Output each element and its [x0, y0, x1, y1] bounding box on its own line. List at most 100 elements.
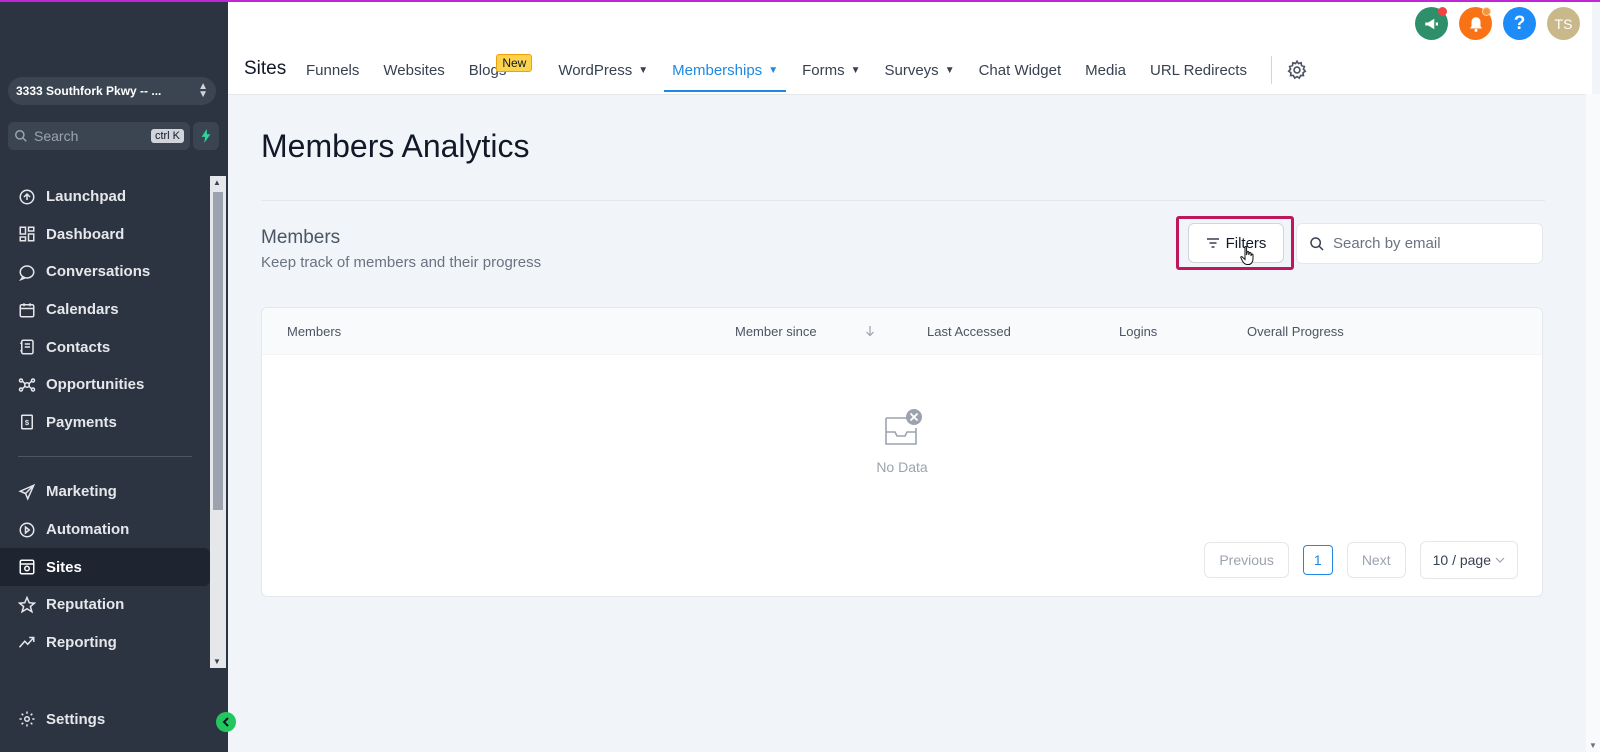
tab-funnels[interactable]: Funnels: [298, 48, 367, 92]
tab-label: URL Redirects: [1150, 61, 1247, 79]
lightning-icon: [201, 129, 211, 143]
sidebar-item-marketing[interactable]: Marketing: [0, 473, 210, 511]
sidebar-search-placeholder: Search: [34, 128, 79, 144]
tab-forms[interactable]: Forms ▼: [794, 48, 868, 92]
scroll-down-icon[interactable]: ▼: [1589, 741, 1597, 750]
avatar[interactable]: TS: [1547, 7, 1580, 40]
tab-label: Media: [1085, 61, 1126, 79]
quick-action-button[interactable]: [193, 122, 219, 150]
section-title: Members: [261, 227, 341, 248]
top-header: Sites Funnels Websites Blogs New WordPre…: [228, 2, 1592, 95]
sidebar-item-contacts[interactable]: Contacts: [0, 328, 210, 366]
megaphone-icon: [1424, 18, 1438, 29]
tab-url-redirects[interactable]: URL Redirects: [1142, 48, 1255, 92]
sidebar-item-label: Launchpad: [46, 188, 127, 206]
account-switcher[interactable]: 3333 Southfork Pkwy -- ... ▲ ▼: [8, 77, 216, 105]
sidebar-item-payments[interactable]: $ Payments: [0, 404, 210, 442]
sidebar-item-label: Contacts: [46, 338, 111, 356]
tab-blogs[interactable]: Blogs New: [461, 48, 533, 92]
title-divider: [261, 200, 1545, 201]
chevron-down-icon: [1495, 557, 1505, 563]
chevron-down-icon: ▼: [850, 64, 861, 76]
sidebar-item-conversations[interactable]: Conversations: [0, 253, 210, 291]
pagination: Previous 1 Next 10 / page: [1204, 541, 1518, 579]
tab-wordpress[interactable]: WordPress ▼: [550, 48, 656, 92]
sidebar-item-label: Dashboard: [46, 225, 125, 243]
sidebar-item-automation[interactable]: Automation: [0, 511, 210, 549]
filters-button[interactable]: Filters: [1188, 223, 1284, 263]
sidebar: 3333 Southfork Pkwy -- ... ▲ ▼ Search ctr…: [0, 0, 228, 752]
search-icon: [1310, 236, 1324, 251]
gear-icon: [1287, 59, 1307, 80]
chevron-down-icon: ▼: [638, 64, 649, 76]
page-number-button[interactable]: 1: [1302, 545, 1333, 575]
help-button[interactable]: ?: [1503, 7, 1536, 40]
sidebar-scrollbar[interactable]: ▲ ▼: [210, 176, 226, 668]
scroll-down-icon[interactable]: ▼: [213, 657, 221, 666]
sidebar-item-label: Sites: [46, 558, 82, 576]
chevron-down-icon: ▼: [768, 64, 779, 76]
chevron-left-icon: [222, 717, 229, 727]
tab-websites[interactable]: Websites: [375, 48, 452, 92]
sidebar-item-reputation[interactable]: Reputation: [0, 586, 210, 624]
sidebar-item-label: Calendars: [46, 301, 119, 319]
sidebar-divider: [18, 456, 192, 458]
hand-cursor-icon: [1240, 246, 1254, 265]
header-actions: ? TS: [1415, 7, 1580, 40]
page-title: Members Analytics: [261, 128, 530, 164]
collapse-sidebar-button[interactable]: [216, 712, 236, 732]
empty-state: No Data: [262, 408, 1542, 475]
column-header-overall-progress[interactable]: Overall Progress: [1247, 324, 1344, 339]
sidebar-item-reporting[interactable]: Reporting: [0, 624, 210, 662]
sites-tabs: Funnels Websites Blogs New WordPress ▼ Me…: [298, 48, 1308, 92]
gear-icon: [19, 711, 35, 727]
tab-label: Websites: [383, 61, 445, 79]
tab-surveys[interactable]: Surveys ▼: [877, 48, 963, 92]
question-icon: ?: [1513, 12, 1526, 34]
launchpad-icon: [19, 189, 35, 205]
page-size-select[interactable]: 10 / page: [1419, 541, 1518, 579]
tab-label: Forms: [802, 61, 845, 79]
sidebar-search[interactable]: Search ctrl K: [8, 122, 190, 150]
sidebar-item-calendars[interactable]: Calendars: [0, 291, 210, 329]
sidebar-item-opportunities[interactable]: Opportunities: [0, 366, 210, 404]
email-search-input[interactable]: [1331, 234, 1535, 253]
section-subtitle: Keep track of members and their progress: [261, 254, 542, 271]
sites-settings-button[interactable]: [1286, 59, 1308, 81]
search-icon: [15, 130, 27, 142]
previous-button[interactable]: Previous: [1204, 542, 1289, 578]
sort-arrow-icon[interactable]: [865, 325, 875, 337]
contacts-icon: [20, 339, 34, 355]
sidebar-item-sites[interactable]: Sites: [0, 548, 210, 586]
column-header-members[interactable]: Members: [287, 324, 341, 339]
scroll-up-icon[interactable]: ▲: [213, 178, 221, 187]
sidebar-nav: Launchpad Dashboard Conversations Calend…: [0, 178, 210, 661]
chevron-down-icon: ▼: [944, 64, 955, 76]
tab-memberships[interactable]: Memberships ▼: [664, 48, 787, 92]
tab-label: Memberships: [672, 61, 763, 79]
sidebar-item-dashboard[interactable]: Dashboard: [0, 216, 210, 254]
avatar-initials: TS: [1554, 15, 1573, 32]
filter-lines-icon: [1206, 238, 1219, 248]
notifications-button[interactable]: [1459, 7, 1492, 40]
sidebar-item-settings[interactable]: Settings: [18, 710, 105, 728]
chevron-updown-icon: ▲ ▼: [198, 81, 208, 100]
sidebar-item-label: Opportunities: [46, 376, 145, 394]
tab-label: WordPress: [558, 61, 633, 79]
empty-inbox-icon: [885, 409, 922, 445]
column-header-logins[interactable]: Logins: [1119, 324, 1157, 339]
sidebar-item-launchpad[interactable]: Launchpad: [0, 178, 210, 216]
column-header-last-accessed[interactable]: Last Accessed: [927, 324, 1011, 339]
next-button[interactable]: Next: [1346, 542, 1406, 578]
tab-media[interactable]: Media: [1077, 48, 1134, 92]
tab-label: Chat Widget: [978, 61, 1062, 79]
main-scrollbar[interactable]: ▼: [1586, 94, 1600, 752]
trend-icon: [18, 637, 35, 649]
announcements-button[interactable]: [1415, 7, 1448, 40]
column-header-member-since[interactable]: Member since: [735, 324, 817, 339]
search-shortcut: ctrl K: [150, 129, 184, 143]
tab-chat-widget[interactable]: Chat Widget: [971, 48, 1070, 92]
email-search-field[interactable]: [1296, 223, 1543, 264]
svg-text:$: $: [25, 418, 30, 427]
sidebar-scroll-thumb[interactable]: [213, 192, 223, 510]
